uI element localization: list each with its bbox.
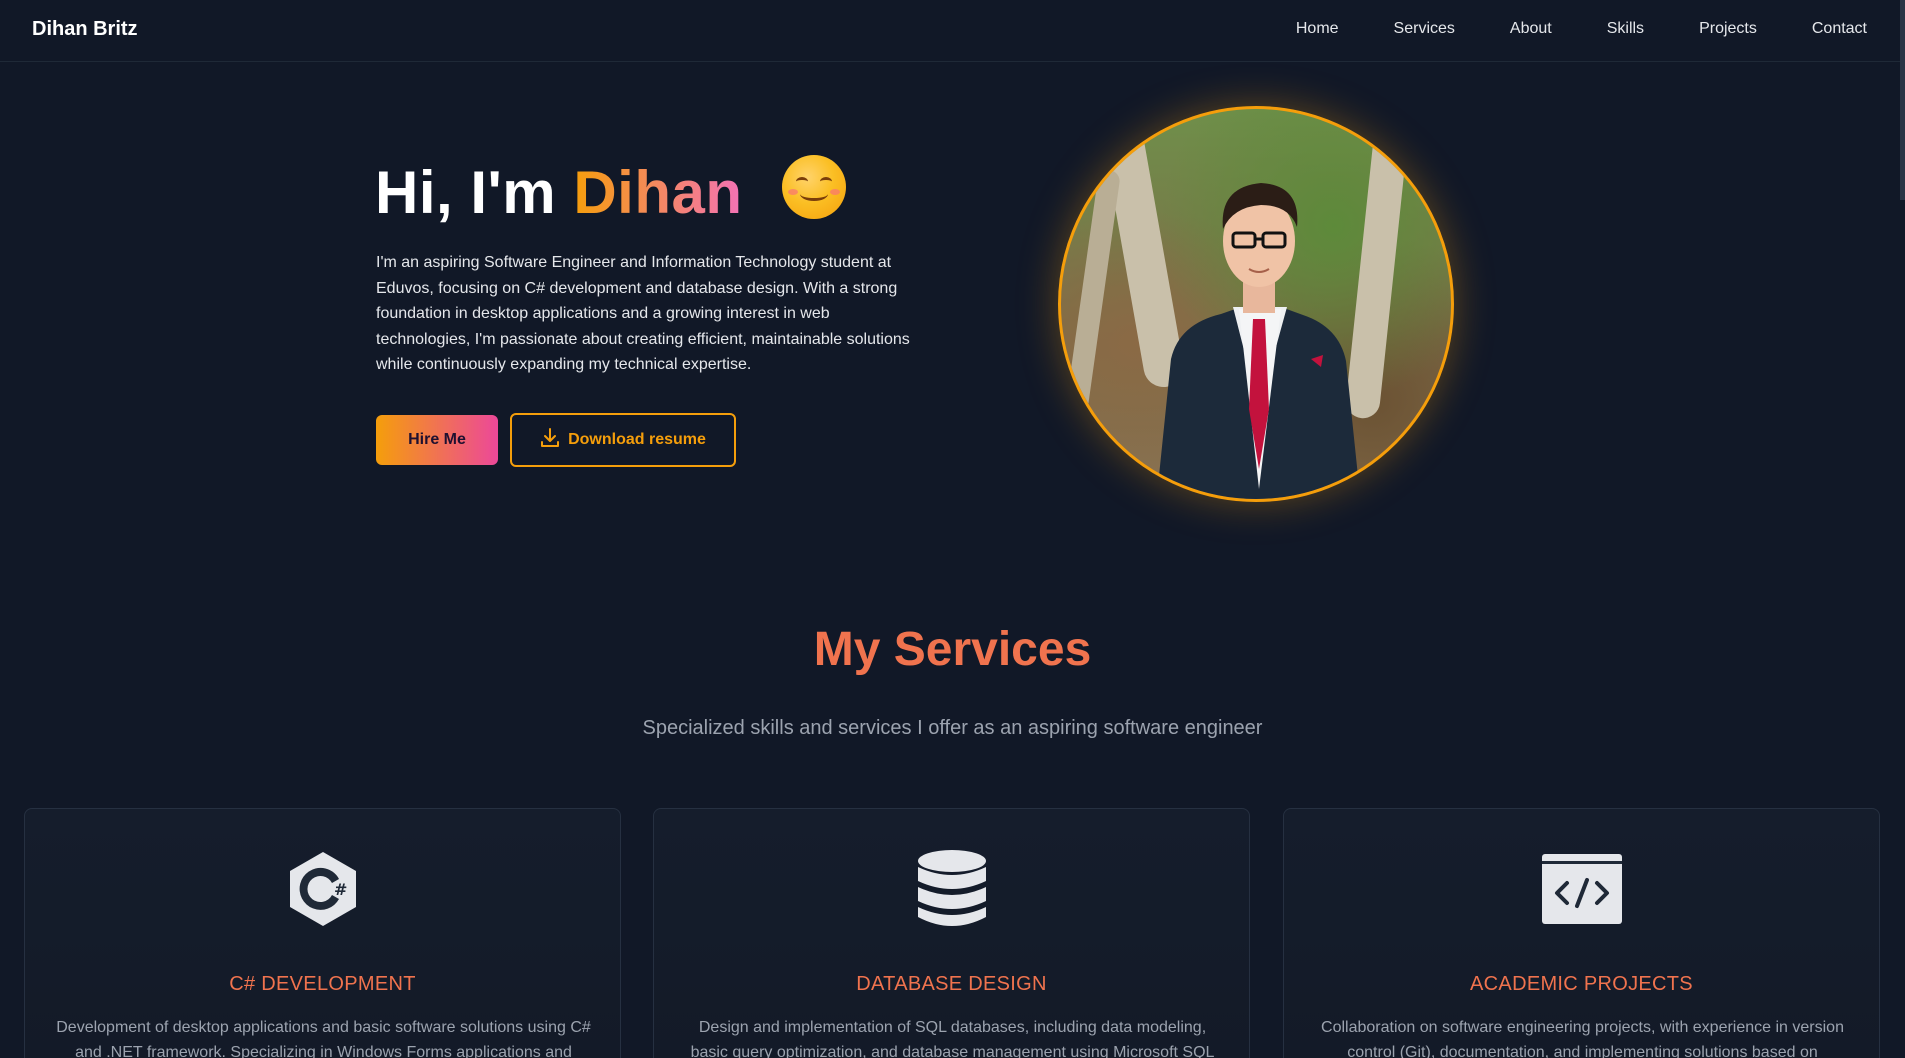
profile-photo bbox=[1058, 106, 1454, 502]
code-window-icon bbox=[1284, 849, 1879, 929]
hire-me-label: Hire Me bbox=[408, 431, 466, 448]
smiling-face-icon bbox=[781, 155, 846, 219]
download-resume-label: Download resume bbox=[568, 431, 706, 448]
navbar: Dihan Britz Home Services About Skills P… bbox=[0, 0, 1905, 62]
services-title: My Services bbox=[813, 623, 1092, 676]
nav-link-services[interactable]: Services bbox=[1394, 20, 1455, 38]
brand-logo[interactable]: Dihan Britz bbox=[32, 18, 138, 41]
download-resume-button[interactable]: Download resume bbox=[510, 413, 736, 467]
nav-links: Home Services About Skills Projects Cont… bbox=[1241, 20, 1867, 38]
svg-text:#: # bbox=[334, 880, 347, 899]
hero-name: Dihan bbox=[573, 159, 743, 226]
service-card-database[interactable]: DATABASE DESIGN Design and implementatio… bbox=[653, 808, 1250, 1058]
service-card-description: Design and implementation of SQL databas… bbox=[690, 1019, 1215, 1058]
hire-me-button[interactable]: Hire Me bbox=[376, 415, 498, 465]
services-subtitle: Specialized skills and services I offer … bbox=[642, 717, 1263, 739]
nav-link-projects[interactable]: Projects bbox=[1699, 20, 1757, 38]
nav-link-skills[interactable]: Skills bbox=[1607, 20, 1644, 38]
nav-link-home[interactable]: Home bbox=[1296, 20, 1339, 38]
service-card-description: Development of desktop applications and … bbox=[56, 1019, 591, 1058]
service-card-title: C# DEVELOPMENT bbox=[229, 973, 416, 995]
hero-greeting: Hi, I'm bbox=[375, 159, 557, 226]
database-icon bbox=[654, 849, 1249, 929]
nav-link-about[interactable]: About bbox=[1510, 20, 1552, 38]
service-card-title: ACADEMIC PROJECTS bbox=[1470, 973, 1693, 995]
hero-description: I'm an aspiring Software Engineer and In… bbox=[376, 254, 910, 374]
service-card-csharp[interactable]: # C# DEVELOPMENT Development of desktop … bbox=[24, 808, 621, 1058]
csharp-icon: # bbox=[25, 849, 620, 929]
download-icon bbox=[540, 427, 560, 454]
nav-link-contact[interactable]: Contact bbox=[1812, 20, 1867, 38]
service-card-title: DATABASE DESIGN bbox=[856, 973, 1047, 995]
scrollbar-thumb[interactable] bbox=[1900, 0, 1905, 200]
hero-title: Hi, I'm Dihan bbox=[375, 155, 846, 227]
service-card-description: Collaboration on software engineering pr… bbox=[1321, 1019, 1844, 1058]
service-card-academic[interactable]: ACADEMIC PROJECTS Collaboration on softw… bbox=[1283, 808, 1880, 1058]
